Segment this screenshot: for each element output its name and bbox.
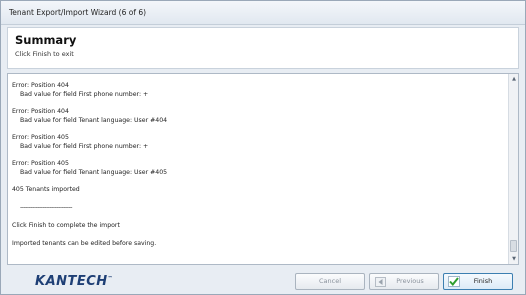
finish-button[interactable]: Finish	[443, 273, 513, 290]
logo-text: KANTECH	[35, 274, 108, 289]
finish-button-label: Finish	[473, 277, 493, 285]
page-subtitle: Click Finish to exit	[15, 50, 74, 58]
log-entry: Error: Position 404 Bad value for field …	[12, 82, 508, 99]
wizard-header: Summary Click Finish to exit	[7, 27, 519, 69]
log-entry: Error: Position 405 Bad value for field …	[12, 134, 508, 151]
log-entry-detail: Bad value for field First phone number: …	[20, 90, 149, 98]
cancel-button[interactable]: Cancel	[295, 273, 365, 290]
log-entry-position: Error: Position 404	[12, 108, 69, 115]
previous-button[interactable]: Previous	[369, 273, 439, 290]
vertical-scrollbar[interactable]: ▲ ▼	[508, 74, 518, 264]
summary-log: Error: Position 404 Bad value for field …	[8, 74, 508, 264]
arrow-left-icon	[375, 277, 386, 287]
log-entry: Error: Position 405 Bad value for field …	[12, 160, 508, 177]
log-entry-detail: Bad value for field First phone number: …	[20, 142, 149, 150]
cancel-button-label: Cancel	[318, 277, 342, 285]
log-entry: Error: Position 404 Bad value for field …	[12, 108, 508, 125]
log-entry-detail: Bad value for field Tenant language: Use…	[20, 116, 168, 124]
scroll-down-arrow-icon[interactable]: ▼	[509, 254, 519, 264]
checkmark-icon	[448, 276, 460, 287]
previous-button-label: Previous	[396, 277, 424, 285]
log-entry-position: Error: Position 405	[12, 160, 69, 167]
scrollbar-thumb[interactable]	[510, 240, 517, 252]
separator-line: ------------------------------	[20, 204, 72, 211]
log-entry-position: Error: Position 405	[12, 134, 69, 141]
kantech-logo: KANTECH™	[35, 274, 114, 289]
window-title: Tenant Export/Import Wizard (6 of 6)	[9, 8, 147, 17]
log-entry-detail: Bad value for field Tenant language: Use…	[20, 168, 168, 176]
page-title: Summary	[15, 33, 77, 47]
log-entry-position: Error: Position 404	[12, 82, 69, 89]
title-bar: Tenant Export/Import Wizard (6 of 6)	[1, 1, 525, 25]
wizard-window: Tenant Export/Import Wizard (6 of 6) Sum…	[0, 0, 526, 295]
import-count-text: 405 Tenants imported	[12, 186, 80, 193]
wizard-footer: KANTECH™ Cancel Previous Finish	[1, 267, 525, 295]
instruction-text: Click Finish to complete the import	[12, 222, 120, 229]
scroll-up-arrow-icon[interactable]: ▲	[509, 74, 519, 84]
summary-log-panel: Error: Position 404 Bad value for field …	[7, 73, 519, 265]
note-text: Imported tenants can be edited before sa…	[12, 240, 157, 247]
